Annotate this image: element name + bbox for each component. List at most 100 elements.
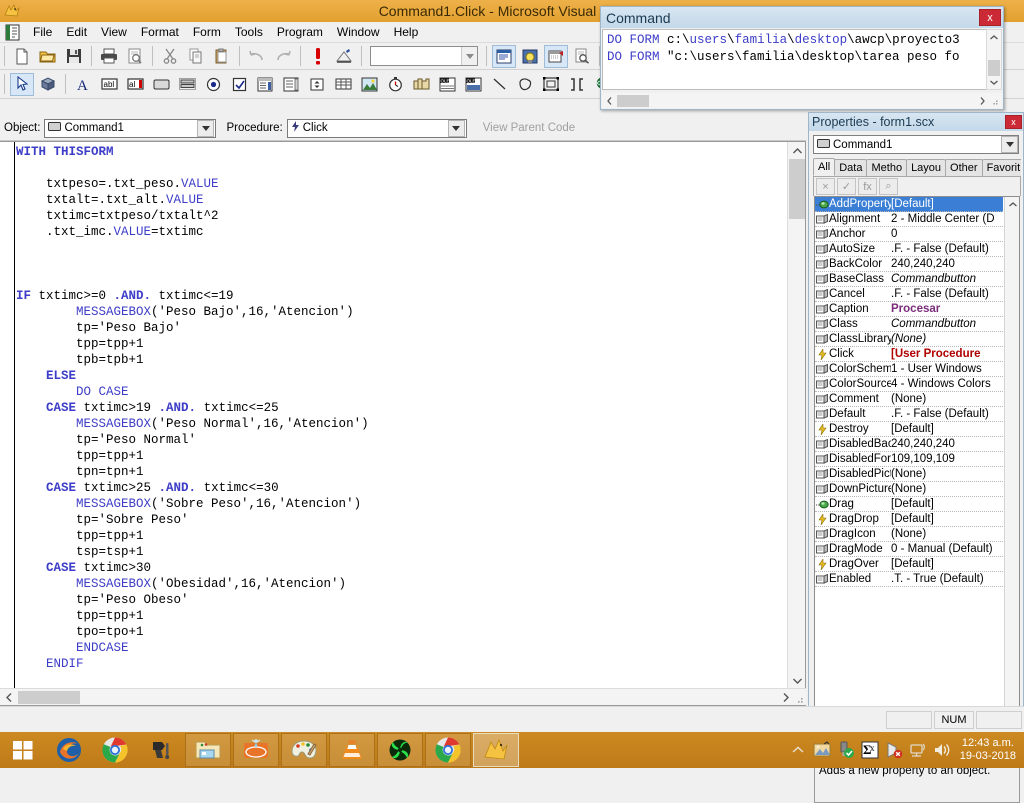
- command-window-icon[interactable]: [492, 44, 516, 68]
- scrollbar-thumb[interactable]: [789, 159, 805, 219]
- new-icon[interactable]: [10, 45, 34, 68]
- property-row[interactable]: Default .F. - False (Default): [815, 407, 1003, 422]
- line-control-icon[interactable]: [487, 73, 511, 96]
- property-row[interactable]: Cancel .F. - False (Default): [815, 287, 1003, 302]
- show-hidden-icons-icon[interactable]: [788, 740, 808, 760]
- property-row[interactable]: DownPicture (None): [815, 482, 1003, 497]
- command-vertical-scrollbar[interactable]: [986, 29, 1002, 90]
- menu-form[interactable]: Form: [186, 23, 228, 41]
- print-icon[interactable]: [97, 45, 121, 68]
- command-horizontal-scrollbar[interactable]: [602, 93, 1002, 108]
- menu-edit[interactable]: Edit: [59, 23, 94, 41]
- property-row[interactable]: DragMode 0 - Manual (Default): [815, 542, 1003, 557]
- property-row[interactable]: ColorSource 4 - Windows Colors: [815, 377, 1003, 392]
- property-row[interactable]: DragDrop [Default]: [815, 512, 1003, 527]
- property-row[interactable]: DisabledBac 240,240,240: [815, 437, 1003, 452]
- tab-favorites[interactable]: Favorit: [981, 159, 1021, 176]
- menu-file[interactable]: File: [26, 23, 59, 41]
- mathtype-icon[interactable]: Σ x: [860, 740, 880, 760]
- command-window-text-area[interactable]: DO FORM c:\users\familia\desktop\awcp\pr…: [602, 29, 1002, 90]
- properties-list[interactable]: AddProperty [Default] Alignment 2 - Middle …: [814, 196, 1020, 732]
- property-row[interactable]: ColorScheme1 - User Windows: [815, 362, 1003, 377]
- tab-data[interactable]: Data: [834, 159, 868, 176]
- label-control-icon[interactable]: A: [71, 73, 95, 96]
- firefox-icon[interactable]: [46, 732, 92, 768]
- modify-form-icon[interactable]: [332, 45, 356, 68]
- graphics-driver-icon[interactable]: [812, 740, 832, 760]
- select-objects-icon[interactable]: [10, 72, 34, 96]
- property-row[interactable]: ClassLibrary (None): [815, 332, 1003, 347]
- chevron-down-icon[interactable]: [1001, 136, 1018, 153]
- scrollbar-thumb[interactable]: [617, 94, 649, 107]
- usb-safely-remove-icon[interactable]: [836, 740, 856, 760]
- data-session-icon[interactable]: [518, 45, 542, 68]
- run-icon[interactable]: [306, 45, 330, 68]
- property-row[interactable]: Destroy [Default]: [815, 422, 1003, 437]
- camtasia-icon[interactable]: [377, 733, 423, 767]
- pageframe-control-icon[interactable]: [409, 73, 433, 96]
- code-vertical-scrollbar[interactable]: [787, 142, 805, 689]
- chevron-up-icon[interactable]: [1005, 197, 1019, 211]
- chevron-right-icon[interactable]: [975, 94, 990, 108]
- chevron-right-icon[interactable]: [777, 689, 794, 706]
- chevron-left-icon[interactable]: [602, 94, 617, 108]
- close-icon[interactable]: x: [979, 9, 1001, 26]
- windows-start-icon[interactable]: [0, 732, 46, 768]
- chevron-down-icon[interactable]: [788, 672, 806, 689]
- tab-methods[interactable]: Metho: [866, 159, 908, 176]
- property-row[interactable]: Caption Procesar: [815, 302, 1003, 317]
- save-icon[interactable]: [62, 45, 86, 68]
- property-row[interactable]: Enabled .T. - True (Default): [815, 572, 1003, 587]
- chevron-up-icon[interactable]: [987, 30, 1001, 44]
- property-row[interactable]: AddProperty [Default]: [815, 197, 1003, 212]
- resize-grip[interactable]: [794, 690, 806, 704]
- toolbar-combo[interactable]: [370, 46, 478, 66]
- command-button-icon[interactable]: [149, 73, 173, 96]
- tab-layout[interactable]: Layou: [906, 159, 947, 176]
- separator-control-icon[interactable]: [565, 73, 589, 96]
- function-fx-icon[interactable]: fx: [858, 178, 877, 195]
- menu-help[interactable]: Help: [387, 23, 426, 41]
- ole-container-icon[interactable]: OLE: [435, 73, 459, 96]
- view-classes-icon[interactable]: [36, 73, 60, 96]
- properties-window-icon[interactable]: [544, 44, 568, 68]
- paste-icon[interactable]: [210, 45, 234, 68]
- paint-icon[interactable]: [281, 733, 327, 767]
- chevron-down-icon[interactable]: [197, 119, 215, 137]
- property-row[interactable]: Anchor 0: [815, 227, 1003, 242]
- spinner-control-icon[interactable]: [305, 73, 329, 96]
- copy-icon[interactable]: [184, 45, 208, 68]
- listbox-control-icon[interactable]: [279, 73, 303, 96]
- command-window-titlebar[interactable]: Command x: [601, 7, 1003, 28]
- cancel-edit-icon[interactable]: ×: [816, 178, 835, 195]
- ole-bound-icon[interactable]: OLE: [461, 73, 485, 96]
- command-group-icon[interactable]: [175, 73, 199, 96]
- image-control-icon[interactable]: [357, 73, 381, 96]
- textbox-control-icon[interactable]: abl: [97, 73, 121, 96]
- cut-icon[interactable]: [158, 45, 182, 68]
- chevron-down-icon[interactable]: [461, 47, 477, 65]
- properties-object-combo[interactable]: Command1: [813, 135, 1019, 154]
- foxpro-window-icon[interactable]: [473, 733, 519, 767]
- container-control-icon[interactable]: [539, 73, 563, 96]
- vlc-icon[interactable]: [329, 733, 375, 767]
- editbox-control-icon[interactable]: al: [123, 73, 147, 96]
- properties-list-scrollbar[interactable]: [1004, 197, 1019, 731]
- undo-icon[interactable]: [245, 45, 269, 68]
- network-icon[interactable]: [908, 740, 928, 760]
- property-row[interactable]: Class Commandbutton: [815, 317, 1003, 332]
- properties-titlebar[interactable]: Properties - form1.scx x: [809, 113, 1023, 131]
- code-horizontal-scrollbar[interactable]: [0, 688, 806, 705]
- redo-icon[interactable]: [271, 45, 295, 68]
- scrollbar-thumb[interactable]: [18, 690, 80, 704]
- menu-format[interactable]: Format: [134, 23, 186, 41]
- code-window-icon[interactable]: [4, 24, 22, 41]
- tab-all[interactable]: All: [813, 158, 836, 176]
- shape-control-icon[interactable]: [513, 73, 537, 96]
- zoom-magnifier-icon[interactable]: ⌕: [879, 178, 898, 195]
- grid-control-icon[interactable]: [331, 73, 355, 96]
- code-text-area[interactable]: WITH THISFORM txtpeso=.txt_peso.VALUE tx…: [16, 144, 786, 689]
- property-row[interactable]: DragIcon (None): [815, 527, 1003, 542]
- tab-other[interactable]: Other: [945, 159, 983, 176]
- object-combo[interactable]: Command1: [44, 118, 217, 138]
